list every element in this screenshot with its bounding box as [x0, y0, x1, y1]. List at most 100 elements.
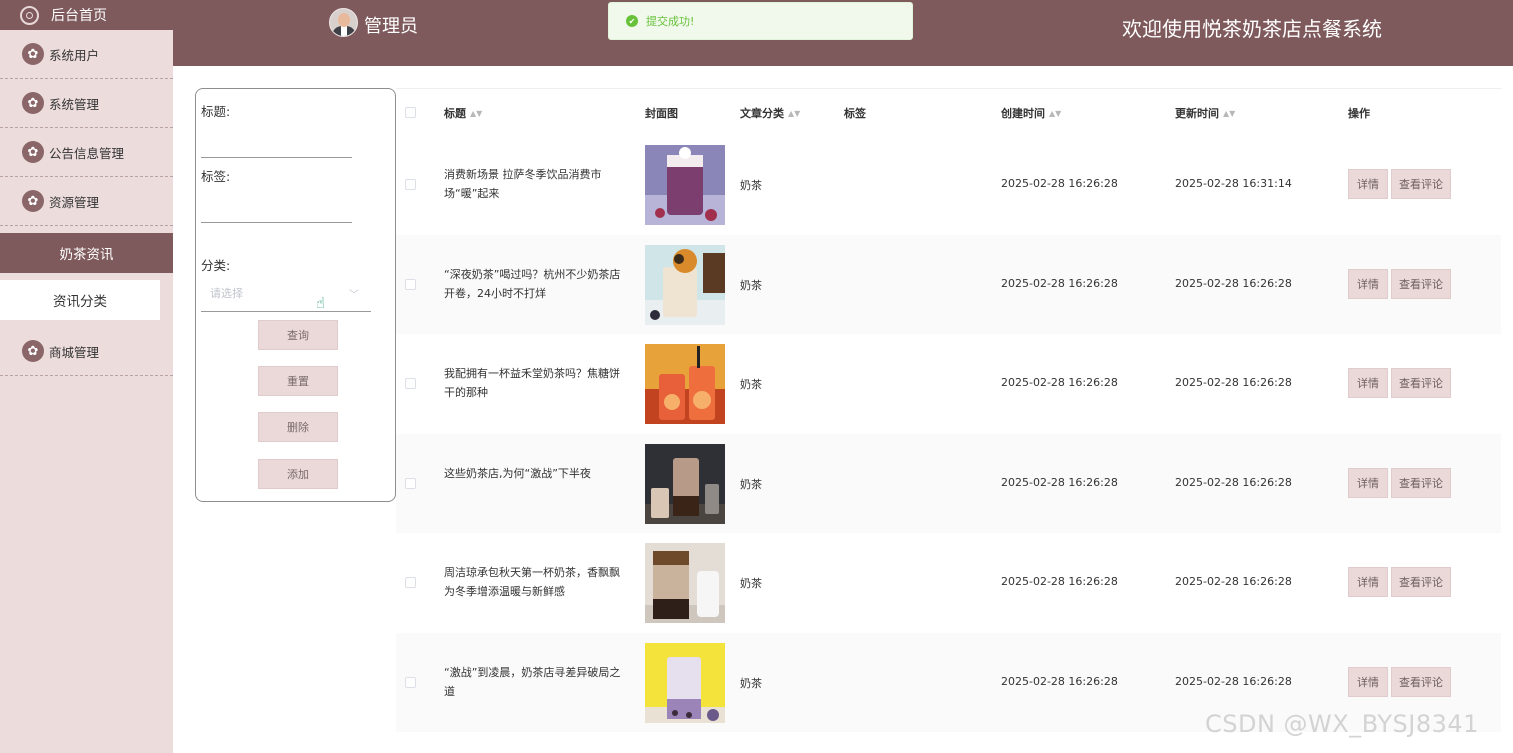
- sidebar-item-label: 后台首页: [51, 8, 107, 24]
- table-row: 我配拥有一杯益禾堂奶茶吗？焦糖饼干的那种 奶茶 2025-02-28 16:26…: [396, 334, 1501, 434]
- sidebar-item-label: 资源管理: [49, 194, 100, 210]
- title-label: 标题:: [201, 104, 231, 119]
- flower-icon: ✿: [22, 141, 44, 163]
- delete-button[interactable]: 删除: [258, 412, 338, 442]
- reset-button[interactable]: 重置: [258, 366, 338, 396]
- sidebar-item-mall[interactable]: ✿ 商城管理: [0, 327, 173, 376]
- tag-input[interactable]: [201, 222, 352, 223]
- row-title: 周洁琼承包秋天第一杯奶茶，香飘飘为冬季增添温暖与新鲜感: [444, 566, 620, 598]
- sidebar-item-label: 公告信息管理: [49, 145, 125, 161]
- flower-icon: ✿: [22, 92, 44, 114]
- column-cover: 封面图: [645, 107, 678, 120]
- detail-button[interactable]: 详情: [1348, 268, 1388, 299]
- row-title: 消费新场景 拉萨冬季饮品消费市场“暖”起来: [444, 168, 602, 200]
- row-updated: 2025-02-28 16:26:28: [1175, 376, 1292, 389]
- detail-button[interactable]: 详情: [1348, 368, 1388, 398]
- view-comments-button[interactable]: 查看评论: [1391, 666, 1451, 697]
- column-title[interactable]: 标题 ▲▼: [444, 105, 482, 121]
- cover-image: [645, 344, 725, 424]
- cover-image: [645, 145, 725, 225]
- row-checkbox[interactable]: [405, 179, 416, 190]
- sidebar: 后台首页 ✿ 系统用户 ✿ 系统管理 ✿ 公告信息管理 ✿ 资源管理 奶茶资讯 …: [0, 0, 173, 753]
- search-panel: 标题: 标签: 分类: 请选择 ﹀ ☝ 查询 重置 删除 添加: [195, 88, 396, 502]
- column-tags: 标签: [844, 107, 866, 120]
- table-row: 这些奶茶店,为何“激战”下半夜 奶茶 2025-02-28 16:26:28 2…: [396, 433, 1501, 533]
- row-created: 2025-02-28 16:26:28: [1001, 575, 1118, 588]
- row-category: 奶茶: [740, 577, 762, 590]
- add-button[interactable]: 添加: [258, 459, 338, 489]
- sidebar-item-home[interactable]: 后台首页: [0, 0, 173, 30]
- avatar[interactable]: [329, 8, 358, 37]
- sidebar-item-resources[interactable]: ✿ 资源管理: [0, 177, 173, 226]
- table-row: “深夜奶茶”喝过吗？杭州不少奶茶店开卷，24小时不打烊 奶茶 2025-02-2…: [396, 234, 1501, 334]
- table-row: 消费新场景 拉萨冬季饮品消费市场“暖”起来 奶茶 2025-02-28 16:2…: [396, 135, 1501, 235]
- column-actions: 操作: [1348, 107, 1370, 120]
- sort-icon: ▲▼: [1049, 109, 1062, 118]
- row-title: “激战”到凌晨，奶茶店寻差异破局之道: [444, 665, 621, 698]
- row-title: 这些奶茶店,为何“激战”下半夜: [444, 466, 591, 480]
- sidebar-item-news-category[interactable]: 资讯分类: [0, 280, 160, 320]
- row-category: 奶茶: [740, 278, 762, 292]
- view-comments-button[interactable]: 查看评论: [1391, 169, 1451, 199]
- title-input[interactable]: [201, 157, 352, 158]
- table-row: 周洁琼承包秋天第一杯奶茶，香飘飘为冬季增添温暖与新鲜感 奶茶 2025-02-2…: [396, 533, 1501, 633]
- cover-image: [645, 642, 725, 723]
- row-updated: 2025-02-28 16:26:28: [1175, 674, 1292, 688]
- user-name: 管理员: [364, 16, 418, 37]
- sidebar-item-system-users[interactable]: ✿ 系统用户: [0, 30, 173, 79]
- check-circle-icon: ✔: [626, 15, 638, 27]
- column-updated[interactable]: 更新时间 ▲▼: [1175, 105, 1235, 121]
- row-updated: 2025-02-28 16:31:14: [1175, 177, 1292, 190]
- view-comments-button[interactable]: 查看评论: [1391, 368, 1451, 398]
- query-button[interactable]: 查询: [258, 320, 338, 350]
- row-created: 2025-02-28 16:26:28: [1001, 177, 1118, 190]
- sidebar-item-milk-tea-news[interactable]: 奶茶资讯: [0, 233, 173, 273]
- column-created[interactable]: 创建时间 ▲▼: [1001, 105, 1061, 121]
- detail-button[interactable]: 详情: [1348, 666, 1388, 697]
- row-updated: 2025-02-28 16:26:28: [1175, 475, 1292, 489]
- row-category: 奶茶: [740, 378, 762, 391]
- detail-button[interactable]: 详情: [1348, 169, 1388, 199]
- row-updated: 2025-02-28 16:26:28: [1175, 276, 1292, 290]
- flower-icon: ✿: [22, 340, 44, 362]
- hand-cursor-icon: ☝: [316, 294, 326, 312]
- row-category: 奶茶: [740, 179, 762, 192]
- row-title: “深夜奶茶”喝过吗？杭州不少奶茶店开卷，24小时不打烊: [444, 267, 621, 300]
- detail-button[interactable]: 详情: [1348, 467, 1388, 498]
- row-checkbox[interactable]: [405, 477, 416, 489]
- view-comments-button[interactable]: 查看评论: [1391, 268, 1451, 299]
- sidebar-item-announcements[interactable]: ✿ 公告信息管理: [0, 128, 173, 177]
- sort-icon: ▲▼: [788, 109, 801, 118]
- row-checkbox[interactable]: [405, 278, 416, 290]
- flower-icon: ✿: [22, 43, 44, 65]
- category-select[interactable]: 请选择 ﹀: [201, 285, 371, 312]
- row-category: 奶茶: [740, 676, 762, 690]
- row-created: 2025-02-28 16:26:28: [1001, 276, 1118, 290]
- detail-button[interactable]: 详情: [1348, 567, 1388, 597]
- sidebar-item-system-management[interactable]: ✿ 系统管理: [0, 79, 173, 128]
- watermark: CSDN @WX_BYSJ8341: [1205, 710, 1479, 738]
- sidebar-item-label: 系统管理: [49, 96, 100, 112]
- sort-icon: ▲▼: [1223, 109, 1236, 118]
- row-checkbox[interactable]: [405, 577, 416, 588]
- view-comments-button[interactable]: 查看评论: [1391, 467, 1451, 498]
- select-all-checkbox[interactable]: [405, 107, 416, 118]
- row-updated: 2025-02-28 16:26:28: [1175, 575, 1292, 588]
- row-checkbox[interactable]: [405, 378, 416, 389]
- app: 后台首页 ✿ 系统用户 ✿ 系统管理 ✿ 公告信息管理 ✿ 资源管理 奶茶资讯 …: [0, 0, 1513, 753]
- tag-label: 标签:: [201, 169, 231, 184]
- row-checkbox[interactable]: [405, 676, 416, 688]
- cover-image: [645, 443, 725, 524]
- row-created: 2025-02-28 16:26:28: [1001, 376, 1118, 389]
- cover-image: [645, 244, 725, 325]
- sidebar-item-label: 系统用户: [49, 47, 100, 63]
- success-toast: ✔ 提交成功!: [608, 2, 913, 40]
- row-category: 奶茶: [740, 477, 762, 491]
- column-category[interactable]: 文章分类 ▲▼: [740, 105, 800, 121]
- toast-message: 提交成功!: [646, 15, 695, 28]
- view-comments-button[interactable]: 查看评论: [1391, 567, 1451, 597]
- row-title: 我配拥有一杯益禾堂奶茶吗？焦糖饼干的那种: [444, 367, 620, 399]
- category-placeholder: 请选择: [210, 287, 243, 300]
- page-title: 欢迎使用悦茶奶茶店点餐系统: [1122, 17, 1382, 41]
- row-created: 2025-02-28 16:26:28: [1001, 475, 1118, 489]
